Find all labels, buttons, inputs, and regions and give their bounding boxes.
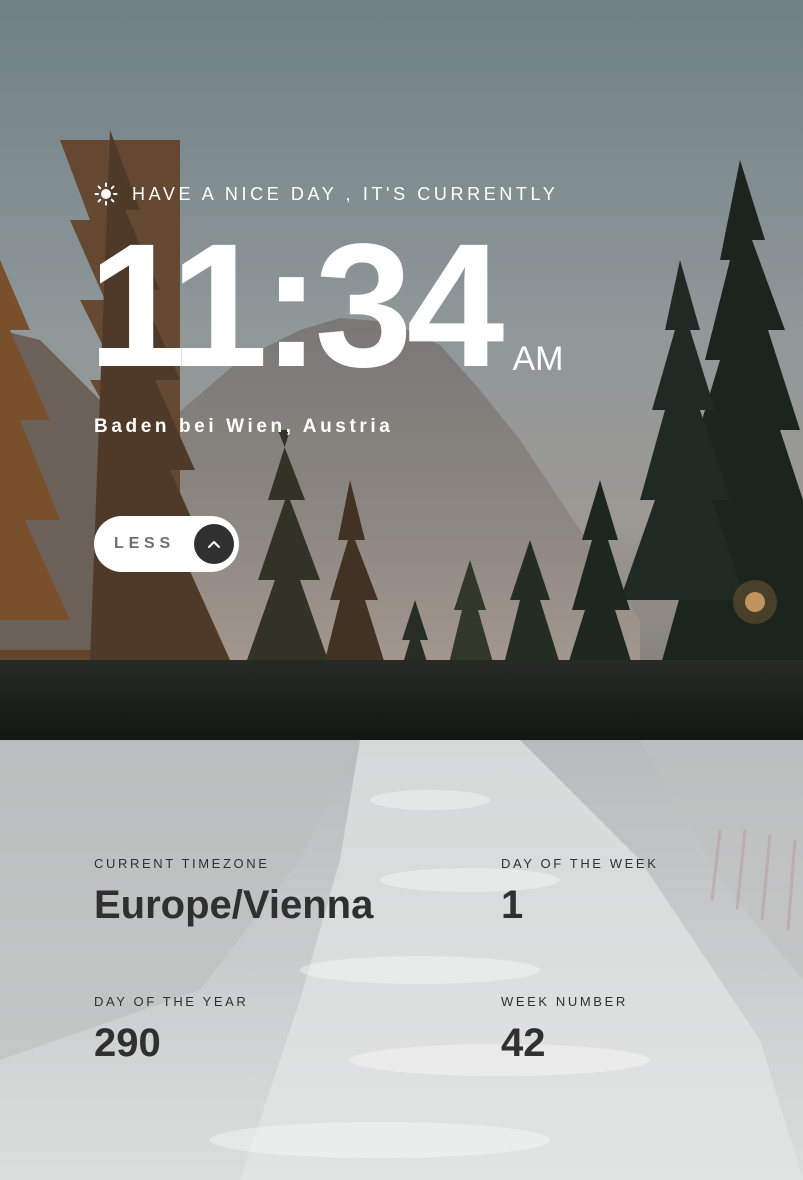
river-background-image — [0, 740, 803, 1180]
chevron-up-icon — [194, 524, 234, 564]
day-of-year-value: 290 — [94, 1021, 161, 1065]
week-number-detail: WEEK NUMBER 42 — [501, 994, 628, 1066]
week-number-label: WEEK NUMBER — [501, 994, 628, 1009]
sun-icon — [94, 182, 118, 206]
day-of-week-detail: DAY OF THE WEEK 1 — [501, 856, 658, 928]
clock-display: 11:34 AM — [88, 218, 563, 394]
location-label: Baden bei Wien, Austria — [94, 416, 394, 437]
day-of-week-label: DAY OF THE WEEK — [501, 856, 659, 871]
details-panel — [0, 740, 803, 1180]
week-number-value: 42 — [501, 1021, 546, 1065]
timezone-detail: CURRENT TIMEZONE Europe/Vienna — [94, 856, 373, 928]
greeting-text: HAVE A NICE DAY , IT'S CURRENTLY — [132, 183, 559, 204]
current-time: 11:34 — [88, 208, 504, 404]
greeting-row: HAVE A NICE DAY , IT'S CURRENTLY — [94, 180, 558, 208]
less-button[interactable]: LESS — [94, 516, 239, 572]
toggle-label: LESS — [114, 535, 175, 552]
day-of-year-label: DAY OF THE YEAR — [94, 994, 249, 1009]
timezone-label: CURRENT TIMEZONE — [94, 856, 270, 871]
day-of-week-value: 1 — [501, 883, 524, 927]
day-of-year-detail: DAY OF THE YEAR 290 — [94, 994, 248, 1066]
time-period: AM — [512, 340, 564, 378]
timezone-value: Europe/Vienna — [94, 883, 374, 927]
clock-app: HAVE A NICE DAY , IT'S CURRENTLY 11:34 A… — [0, 0, 803, 1180]
